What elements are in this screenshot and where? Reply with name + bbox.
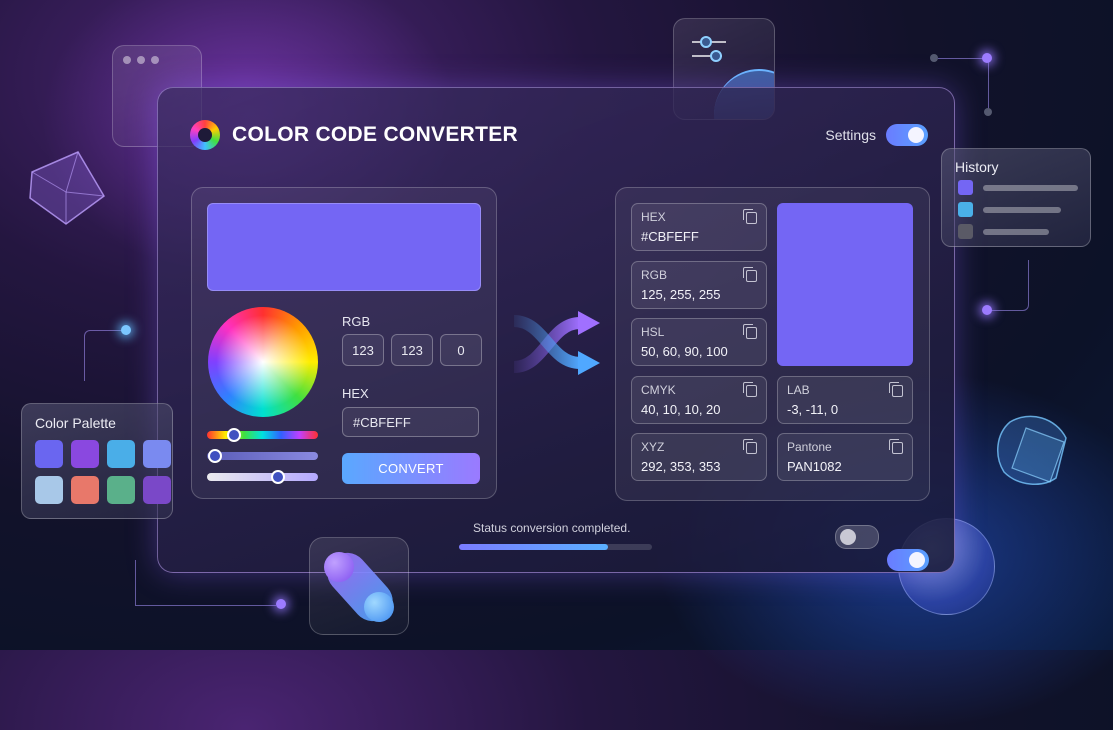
output-card-cmyk[interactable]: CMYK 40, 10, 10, 20 [631, 376, 767, 424]
card-label: Pantone [787, 440, 832, 454]
hex-label: HEX [342, 386, 369, 401]
history-swatch [958, 224, 973, 239]
rgb-blue-input[interactable]: 0 [440, 334, 482, 366]
palette-swatch[interactable] [71, 476, 99, 504]
saturation-slider-handle[interactable] [208, 449, 222, 463]
card-value: 40, 10, 10, 20 [641, 402, 721, 417]
palette-swatch[interactable] [143, 476, 171, 504]
cube-icon [997, 415, 1067, 485]
hex-input[interactable]: #CBFEFF [342, 407, 479, 437]
card-label: HSL [641, 325, 665, 339]
rgb-green-input[interactable]: 123 [391, 334, 433, 366]
card-value: #CBFEFF [641, 229, 699, 244]
copy-icon[interactable] [889, 439, 903, 454]
output-card-pantone[interactable]: Pantone PAN1082 [777, 433, 913, 481]
output-card-xyz[interactable]: XYZ 292, 353, 353 [631, 433, 767, 481]
history-item[interactable] [958, 202, 1061, 217]
output-card-hsl[interactable]: HSL 50, 60, 90, 100 [631, 318, 767, 366]
progress-bar [459, 544, 652, 550]
crystal-icon [29, 151, 105, 225]
palette-swatch[interactable] [143, 440, 171, 468]
rgb-label: RGB [342, 314, 371, 329]
copy-icon[interactable] [743, 439, 757, 454]
output-card-hex[interactable]: HEX #CBFEFF [631, 203, 767, 251]
saturation-slider[interactable] [207, 452, 318, 460]
option-toggle-on[interactable] [887, 549, 929, 571]
history-swatch [958, 180, 973, 195]
connector-node [930, 54, 938, 62]
connector-node [984, 108, 992, 116]
history-swatch [958, 202, 973, 217]
app-title: COLOR CODE CONVERTER [232, 123, 519, 146]
palette-title: Color Palette [35, 415, 116, 431]
color-wheel-picker[interactable] [208, 307, 318, 417]
history-panel: History [941, 148, 1091, 247]
alpha-slider[interactable] [207, 473, 318, 481]
main-window: COLOR CODE CONVERTER Settings RGB 123 12… [157, 87, 955, 573]
history-item[interactable] [958, 180, 1078, 195]
progress-fill [459, 544, 608, 550]
history-title: History [955, 159, 999, 175]
convert-button[interactable]: CONVERT [342, 453, 480, 484]
output-color-swatch [777, 203, 913, 366]
connector-node [276, 599, 286, 609]
color-palette-panel: Color Palette [21, 403, 173, 519]
copy-icon[interactable] [743, 267, 757, 282]
input-panel: RGB 123 123 0 HEX #CBFEFF CONVERT [191, 187, 497, 499]
palette-swatch[interactable] [35, 440, 63, 468]
history-item[interactable] [958, 224, 1049, 239]
color-wheel-logo-icon [190, 120, 220, 150]
option-toggle-off[interactable] [835, 525, 879, 549]
card-label: LAB [787, 383, 810, 397]
palette-swatch[interactable] [35, 476, 63, 504]
card-value: 125, 255, 255 [641, 287, 721, 302]
output-card-lab[interactable]: LAB -3, -11, 0 [777, 376, 913, 424]
alpha-slider-handle[interactable] [271, 470, 285, 484]
connector-node [982, 305, 992, 315]
copy-icon[interactable] [743, 382, 757, 397]
convert-arrows-icon [513, 311, 600, 375]
copy-icon[interactable] [889, 382, 903, 397]
card-value: -3, -11, 0 [787, 402, 839, 417]
card-value: PAN1082 [787, 459, 842, 474]
card-label: HEX [641, 210, 666, 224]
card-label: CMYK [641, 383, 676, 397]
hue-slider[interactable] [207, 431, 318, 439]
palette-swatch[interactable] [107, 440, 135, 468]
card-label: RGB [641, 268, 668, 282]
palette-swatch[interactable] [107, 476, 135, 504]
settings-label: Settings [825, 127, 876, 143]
connector-node [982, 53, 992, 63]
copy-icon[interactable] [743, 324, 757, 339]
output-card-rgb[interactable]: RGB 125, 255, 255 [631, 261, 767, 309]
rgb-red-input[interactable]: 123 [342, 334, 384, 366]
output-panel: HEX #CBFEFF RGB 125, 255, 255 HSL 50, 60… [615, 187, 930, 501]
card-value: 292, 353, 353 [641, 459, 721, 474]
card-label: XYZ [641, 440, 665, 454]
settings-toggle[interactable] [886, 124, 928, 146]
card-value: 50, 60, 90, 100 [641, 344, 728, 359]
hue-slider-handle[interactable] [227, 428, 241, 442]
connector-node [121, 325, 131, 335]
palette-swatch[interactable] [71, 440, 99, 468]
copy-icon[interactable] [743, 209, 757, 224]
toggle-decoration-card [309, 537, 409, 635]
status-text: Status conversion completed. [473, 521, 631, 535]
color-preview [207, 203, 481, 291]
